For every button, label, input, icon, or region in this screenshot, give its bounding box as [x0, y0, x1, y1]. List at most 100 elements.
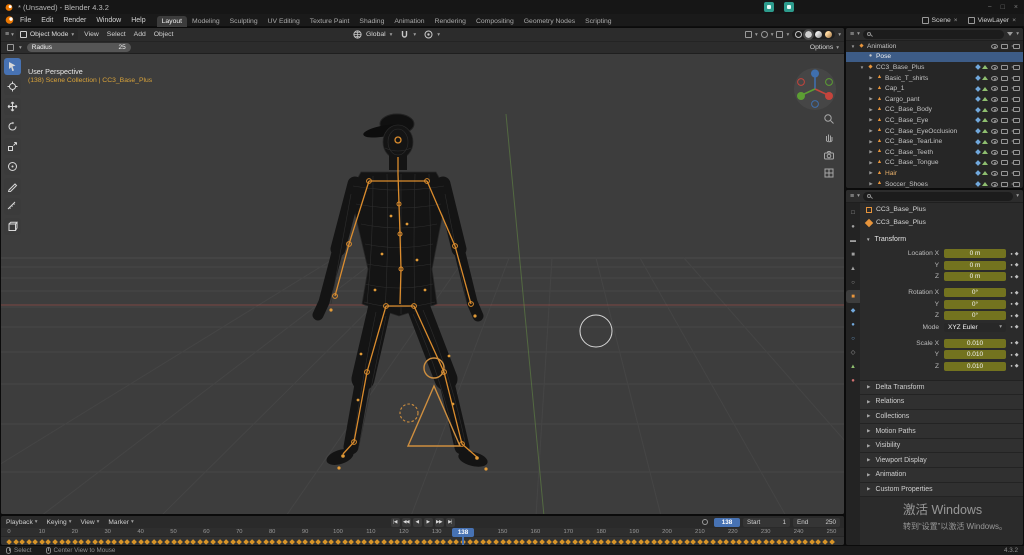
disable-in-renders-icon[interactable]	[1013, 44, 1020, 49]
properties-tab-world[interactable]: ○	[846, 276, 860, 289]
keyframe-marker[interactable]	[533, 539, 539, 545]
disable-in-renders-icon[interactable]	[1013, 150, 1020, 155]
jump-to-next-keyframe-button[interactable]: ▶▶	[435, 518, 444, 527]
hide-in-viewport-icon[interactable]	[991, 76, 998, 81]
workspace-tab-scripting[interactable]: Scripting	[580, 16, 616, 27]
keyframe-marker[interactable]	[335, 539, 341, 545]
decorator-keyframe-icon[interactable]: ◆	[1015, 340, 1019, 346]
animate-property-icon[interactable]: ●	[1010, 262, 1012, 268]
value-field[interactable]: 0°	[944, 300, 1006, 309]
snap-magnet-icon[interactable]	[400, 30, 409, 39]
keyframe-marker[interactable]	[250, 539, 256, 545]
keyframe-marker[interactable]	[658, 539, 664, 545]
viewport-menu-object[interactable]: Object	[150, 31, 178, 38]
viewport-menu-add[interactable]: Add	[130, 31, 150, 38]
keyframe-marker[interactable]	[204, 539, 210, 545]
keyframe-marker[interactable]	[796, 539, 802, 545]
value-field[interactable]: 0 m	[944, 261, 1006, 270]
keyframe-marker[interactable]	[388, 539, 394, 545]
disable-in-renders-icon[interactable]	[1013, 97, 1020, 102]
keyframe-marker[interactable]	[210, 539, 216, 545]
expand-arrow-icon[interactable]: ▶	[867, 107, 875, 113]
keyframe-marker[interactable]	[105, 539, 111, 545]
hide-in-viewport-icon[interactable]	[991, 107, 998, 112]
disable-in-viewports-icon[interactable]	[1001, 65, 1008, 70]
expand-arrow-icon[interactable]: ▼	[858, 65, 866, 70]
hide-in-viewport-icon[interactable]	[991, 129, 998, 134]
keyframe-marker[interactable]	[394, 539, 400, 545]
value-field[interactable]: 0°	[944, 311, 1006, 320]
decorator-keyframe-icon[interactable]: ◆	[1015, 352, 1019, 358]
disable-in-viewports-icon[interactable]	[1001, 107, 1008, 112]
disable-in-viewports-icon[interactable]	[1001, 182, 1008, 187]
keyframe-marker[interactable]	[506, 539, 512, 545]
move-view-hand-icon[interactable]	[822, 130, 835, 143]
keyframe-marker[interactable]	[565, 539, 571, 545]
menu-window[interactable]: Window	[91, 17, 126, 24]
keyframe-marker[interactable]	[789, 539, 795, 545]
keyframe-marker[interactable]	[467, 539, 473, 545]
outliner-editor-icon[interactable]: ≡	[850, 31, 854, 38]
timeline-ruler[interactable]: 0102030405060708090100110120130150160170…	[1, 528, 844, 536]
keyframe-marker[interactable]	[157, 539, 163, 545]
keyframe-marker[interactable]	[98, 539, 104, 545]
workspace-tab-modeling[interactable]: Modeling	[187, 16, 225, 27]
close-button[interactable]: ×	[1014, 4, 1018, 11]
timeline-menu-keying[interactable]: Keying▾	[47, 519, 72, 526]
keyframe-marker[interactable]	[704, 539, 710, 545]
keyframe-marker[interactable]	[348, 539, 354, 545]
keyframe-marker[interactable]	[572, 539, 578, 545]
panel-collections[interactable]: ▶Collections	[860, 410, 1023, 425]
properties-tab-tool[interactable]: □	[846, 206, 860, 219]
hide-in-viewport-icon[interactable]	[991, 44, 998, 49]
keyframe-marker[interactable]	[26, 539, 32, 545]
keyframe-marker[interactable]	[486, 539, 492, 545]
keyframe-marker[interactable]	[644, 539, 650, 545]
keyframe-marker[interactable]	[447, 539, 453, 545]
outliner-row-hair[interactable]: ▶▲Hair	[846, 168, 1023, 179]
properties-search-input[interactable]	[863, 192, 1013, 201]
animate-property-icon[interactable]: ●	[1010, 251, 1012, 257]
transform-panel-header[interactable]: ▼ Transform	[860, 233, 1023, 246]
keyframe-marker[interactable]	[585, 539, 591, 545]
keyframe-marker[interactable]	[500, 539, 506, 545]
tool-rotate-button[interactable]	[4, 118, 21, 135]
expand-arrow-icon[interactable]: ▶	[867, 181, 875, 187]
keyframe-marker[interactable]	[375, 539, 381, 545]
properties-tab-object[interactable]: ■	[846, 290, 860, 303]
outliner-row-basic-t-shirts[interactable]: ▶▲Basic_T_shirts	[846, 73, 1023, 84]
keyframe-marker[interactable]	[611, 539, 617, 545]
keyframe-marker[interactable]	[322, 539, 328, 545]
decorator-keyframe-icon[interactable]: ◆	[1015, 324, 1019, 330]
disable-in-renders-icon[interactable]	[1013, 129, 1020, 134]
active-tool-icon[interactable]	[7, 44, 14, 51]
keyframe-marker[interactable]	[598, 539, 604, 545]
panel-relations[interactable]: ▶Relations	[860, 395, 1023, 410]
keyframe-marker[interactable]	[671, 539, 677, 545]
value-field[interactable]: 0 m	[944, 272, 1006, 281]
gizmos-toggle-icon[interactable]	[761, 31, 768, 38]
keyframe-marker[interactable]	[289, 539, 295, 545]
keyframe-marker[interactable]	[697, 539, 703, 545]
shading-wireframe-icon[interactable]	[795, 31, 802, 38]
blender-logo-icon[interactable]	[4, 15, 15, 25]
disable-in-viewports-icon[interactable]	[1001, 86, 1008, 91]
keyframe-marker[interactable]	[52, 539, 58, 545]
timeline-menu-playback[interactable]: Playback▾	[6, 519, 38, 526]
keyframe-marker[interactable]	[32, 539, 38, 545]
play-reverse-button[interactable]: ◀	[413, 518, 422, 527]
menu-render[interactable]: Render	[58, 17, 91, 24]
shading-solid-icon[interactable]	[805, 31, 812, 38]
hide-in-viewport-icon[interactable]	[991, 150, 998, 155]
scene-selector[interactable]: Scene ×	[922, 17, 958, 24]
overlays-toggle-icon[interactable]	[776, 31, 783, 38]
animate-property-icon[interactable]: ●	[1010, 340, 1012, 346]
object-name-row[interactable]: CC3_Base_Plus	[860, 216, 1023, 229]
keyframe-marker[interactable]	[717, 539, 723, 545]
outliner-row-cap-1[interactable]: ▶▲Cap_1	[846, 83, 1023, 94]
hide-in-viewport-icon[interactable]	[991, 97, 998, 102]
viewport-menu-select[interactable]: Select	[103, 31, 130, 38]
filter-icon[interactable]	[1007, 32, 1013, 36]
playhead-frame-badge[interactable]: 138	[452, 528, 474, 537]
rotation-mode-dropdown[interactable]: XYZ Euler▾	[944, 323, 1006, 332]
